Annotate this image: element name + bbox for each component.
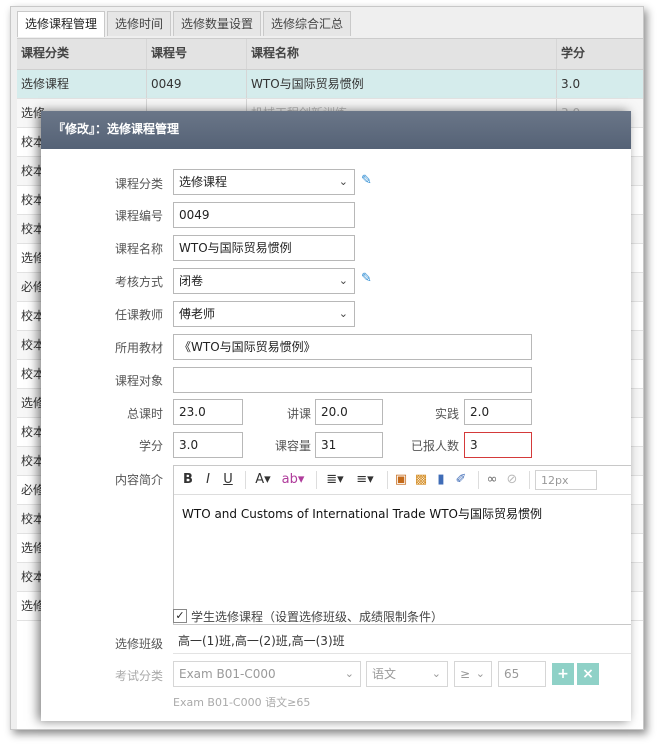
label-code: 课程编号	[114, 209, 163, 223]
chevron-down-icon: ⌄	[338, 274, 348, 287]
label-capacity: 课容量	[274, 439, 311, 453]
header-name[interactable]: 课程名称	[247, 39, 557, 69]
textbook-input[interactable]: 《WTO与国际贸易惯例》	[173, 334, 532, 360]
exam-category-select[interactable]: Exam B01-C000 ⌄	[173, 661, 361, 687]
exam-value: 闭卷	[179, 274, 204, 288]
edit-icon[interactable]: ✎	[361, 174, 375, 188]
label-exam-category: 考试分类	[114, 669, 163, 683]
italic-button[interactable]: I	[200, 471, 216, 489]
label-name: 课程名称	[114, 242, 163, 256]
label-exam: 考核方式	[114, 275, 163, 289]
tab-bar: 选修课程管理 选修时间 选修数量设置 选修综合汇总	[17, 11, 353, 37]
lecture-input[interactable]: 20.0	[315, 399, 383, 425]
editor-toolbar: B I U A▾ ab▾ ≣▾ ≡▾ ▣ ▩ ▮ ✐ ∞ ⊘ 12px	[174, 466, 631, 495]
remove-condition-button[interactable]: ×	[577, 663, 599, 685]
toolbar-separator	[478, 471, 479, 489]
edit-icon[interactable]: ✎	[361, 272, 375, 286]
label-credit: 学分	[138, 439, 163, 453]
code-input[interactable]: 0049	[173, 202, 355, 228]
condition-summary: Exam B01-C000 语文≥65	[173, 696, 311, 709]
credit-input[interactable]: 3.0	[173, 432, 243, 458]
table-cell-credit: 3.0	[561, 77, 581, 91]
chevron-down-icon: ⌄	[338, 307, 348, 320]
category-value: 选修课程	[179, 175, 228, 189]
header-code[interactable]: 课程号	[147, 39, 247, 69]
target-input[interactable]	[173, 367, 532, 393]
name-input[interactable]: WTO与国际贸易惯例	[173, 235, 355, 261]
link-icon[interactable]: ∞	[484, 471, 500, 489]
score-input[interactable]: 65	[498, 661, 546, 687]
video-icon[interactable]: ▮	[433, 471, 449, 489]
toolbar-separator	[387, 471, 388, 489]
image-icon[interactable]: ▣	[393, 471, 409, 489]
ordered-list-button[interactable]: ≣▾	[322, 471, 348, 489]
table-cell-name: WTO与国际贸易惯例	[247, 70, 557, 98]
table-row[interactable]: 选修课程 0049 WTO与国际贸易惯例 3.0	[17, 70, 643, 99]
teacher-value: 傅老师	[179, 307, 216, 321]
label-target: 课程对象	[114, 374, 163, 388]
chevron-down-icon: ⌄	[338, 175, 348, 188]
category-select[interactable]: 选修课程 ⌄	[173, 169, 355, 195]
unlink-icon[interactable]: ⊘	[504, 471, 520, 489]
exam-category-value: Exam B01-C000	[179, 667, 276, 681]
rich-text-editor: B I U A▾ ab▾ ≣▾ ≡▾ ▣ ▩ ▮ ✐ ∞ ⊘ 12px WTO …	[173, 465, 631, 625]
practice-input[interactable]: 2.0	[464, 399, 532, 425]
operator-value: ≥	[460, 667, 471, 681]
chevron-down-icon: ⌄	[344, 667, 354, 680]
font-size-select[interactable]: 12px	[535, 470, 597, 490]
chevron-down-icon: ⌄	[431, 667, 441, 680]
gallery-icon[interactable]: ▩	[413, 471, 429, 489]
operator-select[interactable]: ≥ ⌄	[454, 661, 492, 687]
label-textbook: 所用教材	[114, 341, 163, 355]
subject-select[interactable]: 语文 ⌄	[366, 661, 448, 687]
label-total-hours: 总课时	[126, 407, 163, 421]
highlight-color-button[interactable]: ab▾	[279, 471, 307, 489]
student-choose-label: 学生选修课程（设置选修班级、成绩限制条件）	[191, 610, 444, 624]
chevron-down-icon: ⌄	[475, 667, 485, 680]
label-lecture: 讲课	[286, 407, 311, 421]
toolbar-separator	[245, 471, 246, 489]
dialog-title: 『修改』：选修课程管理	[41, 111, 631, 149]
edit-dialog: 『修改』：选修课程管理 课程分类 选修课程 ⌄ ✎ 课程编号 0049 课程名称…	[41, 111, 631, 721]
capacity-input[interactable]: 31	[315, 432, 383, 458]
label-classes: 选修班级	[114, 637, 163, 651]
label-intro: 内容简介	[114, 473, 163, 487]
teacher-select[interactable]: 傅老师 ⌄	[173, 301, 355, 327]
attachment-icon[interactable]: ✐	[453, 471, 469, 489]
dialog-body: 课程分类 选修课程 ⌄ ✎ 课程编号 0049 课程名称 WTO与国际贸易惯例 …	[49, 149, 631, 721]
header-category[interactable]: 课程分类	[17, 39, 147, 69]
unordered-list-button[interactable]: ≡▾	[352, 471, 378, 489]
add-condition-button[interactable]: +	[552, 663, 574, 685]
student-choose-checkbox[interactable]: ✓	[173, 609, 187, 623]
table-cell-code: 0049	[147, 70, 247, 98]
tab-summary[interactable]: 选修综合汇总	[263, 11, 352, 36]
table-cell-cat: 选修课程	[17, 70, 147, 98]
classes-field[interactable]: 高一(1)班,高一(2)班,高一(3)班	[173, 629, 631, 654]
label-teacher: 任课教师	[114, 308, 163, 322]
underline-button[interactable]: U	[220, 471, 236, 489]
label-enrolled: 已报人数	[410, 439, 459, 453]
subject-value: 语文	[372, 667, 397, 681]
label-practice: 实践	[434, 407, 459, 421]
tab-elective-time[interactable]: 选修时间	[107, 11, 172, 36]
header-credit[interactable]: 学分	[557, 39, 643, 69]
total-hours-input[interactable]: 23.0	[173, 399, 243, 425]
tab-course-management[interactable]: 选修课程管理	[17, 11, 106, 37]
label-category: 课程分类	[114, 177, 163, 191]
exam-select[interactable]: 闭卷 ⌄	[173, 268, 355, 294]
editor-content[interactable]: WTO and Customs of International Trade W…	[174, 495, 631, 532]
tab-quantity-settings[interactable]: 选修数量设置	[173, 11, 262, 36]
toolbar-separator	[529, 471, 530, 489]
bold-button[interactable]: B	[180, 471, 196, 489]
toolbar-separator	[316, 471, 317, 489]
enrolled-input[interactable]: 3	[464, 432, 532, 458]
font-color-button[interactable]: A▾	[251, 471, 275, 489]
grid-header: 课程分类 课程号 课程名称 学分	[17, 39, 643, 70]
